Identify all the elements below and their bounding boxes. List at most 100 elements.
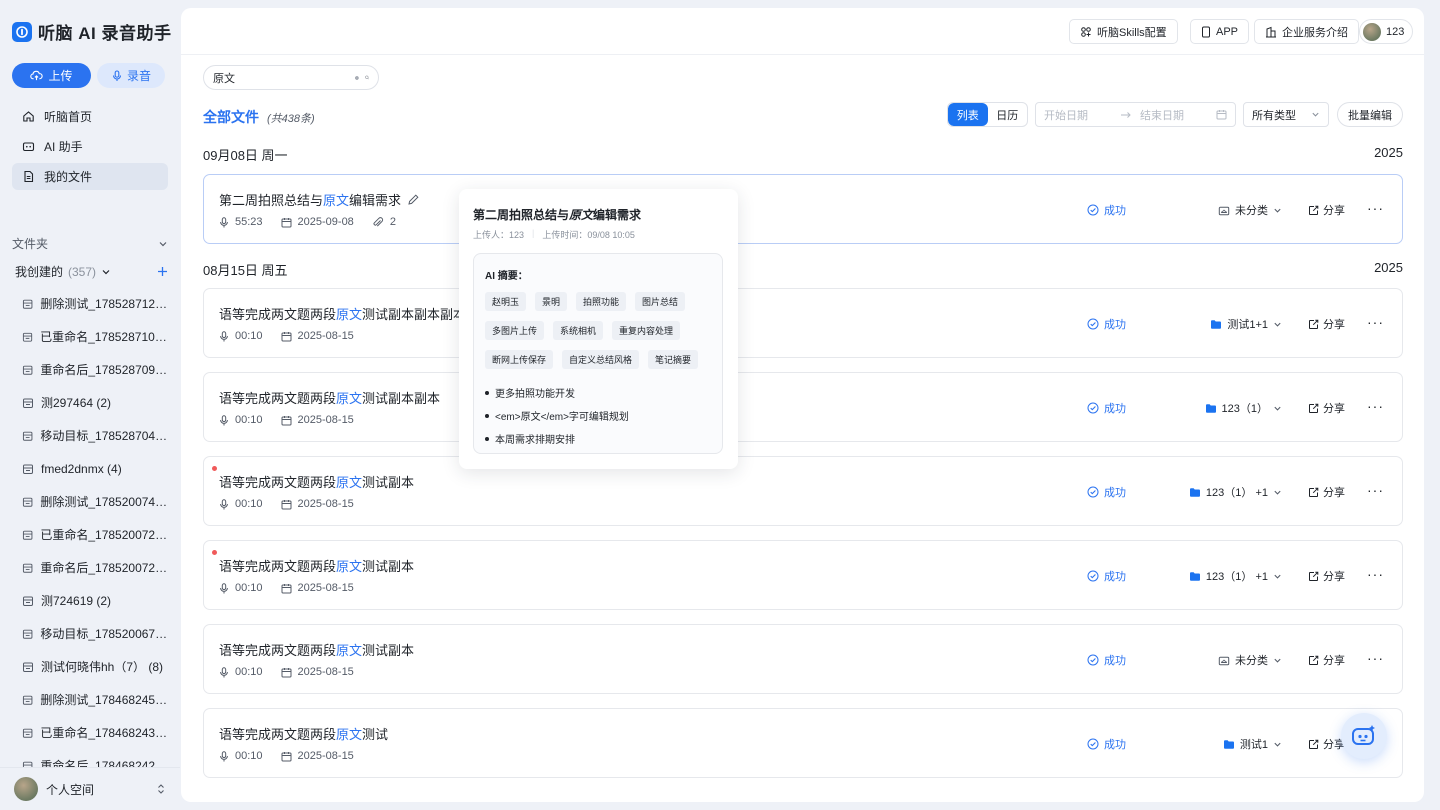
- view-list-tab[interactable]: 列表: [948, 103, 988, 126]
- sidebar-folder-item[interactable]: 已重命名_1785287107 (...: [22, 320, 168, 353]
- file-title[interactable]: 语等完成两文题两段原文测试: [219, 724, 388, 743]
- enterprise-intro-button[interactable]: 企业服务介绍: [1254, 19, 1359, 44]
- folder-select[interactable]: 123（1）: [1205, 400, 1282, 416]
- robot-icon: [22, 142, 35, 152]
- sidebar-folder-item[interactable]: 移动目标_1785200673 ...: [22, 617, 168, 650]
- folder-icon: [22, 563, 33, 573]
- folder-select[interactable]: 测试1+1: [1210, 316, 1282, 332]
- end-date-input[interactable]: 结束日期: [1140, 107, 1208, 123]
- clear-icon[interactable]: [355, 73, 359, 83]
- folder-select[interactable]: 123（1） +1: [1189, 568, 1282, 584]
- ai-assistant-float-button[interactable]: [1341, 713, 1387, 759]
- sidebar-folder-item[interactable]: 移动目标_1785287046 ...: [22, 419, 168, 452]
- more-icon[interactable]: ···: [1367, 315, 1384, 329]
- share-button[interactable]: 分享: [1308, 484, 1345, 500]
- sidebar-folder-item[interactable]: 删除测试_1784682455 ...: [22, 683, 168, 716]
- folder-select[interactable]: 未分类: [1218, 202, 1282, 218]
- share-button[interactable]: 分享: [1308, 652, 1345, 668]
- nav-item-my-files[interactable]: 我的文件: [12, 163, 168, 190]
- sidebar-folder-item[interactable]: fmed2dnmx (4): [22, 452, 168, 485]
- folders-section-header[interactable]: 文件夹: [12, 235, 168, 252]
- user-menu[interactable]: 123: [1359, 19, 1414, 44]
- more-icon[interactable]: ···: [1367, 651, 1384, 665]
- status-text: 成功: [1104, 487, 1126, 499]
- share-button[interactable]: 分享: [1308, 316, 1345, 332]
- search-highlight: 原文: [336, 643, 363, 658]
- file-card[interactable]: 语等完成两文题两段原文测试副本 00:10 2025-08-15 成功 123（1） +…: [203, 456, 1403, 526]
- nav-item-ai-assistant[interactable]: AI 助手: [12, 133, 168, 160]
- summary-bullets: 更多拍照功能开发 <em>原文</em>字可编辑规划 本周需求排期安排: [485, 381, 629, 450]
- sidebar-folder-item[interactable]: 测724619 (2): [22, 584, 168, 617]
- top-bar: 听脑Skills配置 APP 企业服务介绍 123: [181, 8, 1424, 55]
- chevron-down-icon: [1274, 208, 1281, 213]
- sidebar-folder-item[interactable]: 已重命名_1784682438 ...: [22, 716, 168, 749]
- enterprise-intro-label: 企业服务介绍: [1282, 26, 1348, 39]
- folder-select[interactable]: 123（1） +1: [1189, 484, 1282, 500]
- share-button[interactable]: 分享: [1308, 400, 1345, 416]
- file-title-text: 语等完成两文题两段: [219, 307, 337, 322]
- search-icon[interactable]: [365, 72, 369, 83]
- keyword-tag: 多图片上传: [485, 321, 545, 340]
- calendar-icon: [281, 217, 292, 227]
- file-card[interactable]: 第二周拍照总结与原文编辑需求 55:23 2025-09-08 2 成功 未分类 分享 ···: [203, 174, 1403, 244]
- view-calendar-tab[interactable]: 日历: [988, 103, 1028, 126]
- add-folder-icon[interactable]: [157, 266, 168, 277]
- arrow-right-icon: [1121, 111, 1131, 118]
- nav-item-home[interactable]: 听脑首页: [12, 103, 168, 130]
- file-title[interactable]: 语等完成两文题两段原文测试副本: [219, 556, 414, 575]
- file-duration: 55:23: [235, 216, 263, 228]
- type-select[interactable]: 所有类型: [1243, 102, 1329, 127]
- folder-icon: [1223, 739, 1234, 749]
- folder-select[interactable]: 未分类: [1218, 652, 1282, 668]
- upload-button[interactable]: 上传: [12, 63, 91, 88]
- brand[interactable]: 听脑 AI 录音助手: [12, 19, 171, 44]
- summary-bullet: <em>原文</em>字可编辑规划: [485, 404, 629, 427]
- share-label: 分享: [1323, 319, 1345, 331]
- ai-summary-label: AI 摘要：: [485, 271, 528, 282]
- more-icon[interactable]: ···: [1367, 201, 1384, 215]
- batch-edit-button[interactable]: 批量编辑: [1337, 102, 1403, 127]
- file-icon: [24, 170, 34, 183]
- start-date-input[interactable]: 开始日期: [1044, 107, 1112, 123]
- sidebar: 听脑 AI 录音助手 上传 录音 听脑首页 AI 助手 我的文件 文件夹 我创建…: [0, 0, 180, 810]
- file-card[interactable]: 语等完成两文题两段原文测试副本副本副本 00:10 2025-08-15 成功 测试1+…: [203, 288, 1403, 358]
- file-card[interactable]: 语等完成两文题两段原文测试00:102025-08-15成功测试1分享···: [203, 708, 1403, 778]
- file-date: 2025-08-15: [297, 582, 354, 594]
- keyword-tag: 赵明玉: [485, 292, 527, 311]
- skills-config-button[interactable]: 听脑Skills配置: [1069, 19, 1178, 44]
- success-check-icon: [1087, 402, 1099, 414]
- app-button[interactable]: APP: [1190, 19, 1250, 44]
- file-title[interactable]: 第二周拍照总结与原文编辑需求: [219, 190, 420, 209]
- sidebar-folder-item[interactable]: 删除测试_1785287120 ...: [22, 287, 168, 320]
- file-card[interactable]: 语等完成两文题两段原文测试副本 00:10 2025-08-15 成功 123（1） +…: [203, 540, 1403, 610]
- file-title[interactable]: 语等完成两文题两段原文测试副本副本副本: [219, 304, 466, 323]
- file-card[interactable]: 语等完成两文题两段原文测试副本 00:10 2025-08-15 成功 未分类 分享 ···: [203, 624, 1403, 694]
- sidebar-folder-item[interactable]: 重命名后_1785200720 ...: [22, 551, 168, 584]
- created-by-me-header[interactable]: 我创建的 (357): [15, 263, 168, 280]
- sidebar-folder-item[interactable]: 已重命名_1785200729 ...: [22, 518, 168, 551]
- search-box[interactable]: [203, 65, 379, 90]
- more-icon[interactable]: ···: [1367, 483, 1384, 497]
- sidebar-folder-item[interactable]: 测297464 (2): [22, 386, 168, 419]
- sidebar-folder-item[interactable]: 重命名后_1785287096 ...: [22, 353, 168, 386]
- share-button[interactable]: 分享: [1308, 736, 1345, 752]
- folder-select-value: 未分类: [1235, 205, 1268, 217]
- more-icon[interactable]: ···: [1367, 567, 1384, 581]
- file-title[interactable]: 语等完成两文题两段原文测试副本副本: [219, 388, 440, 407]
- record-button[interactable]: 录音: [97, 63, 165, 88]
- file-title[interactable]: 语等完成两文题两段原文测试副本: [219, 472, 414, 491]
- share-button[interactable]: 分享: [1308, 202, 1345, 218]
- file-title[interactable]: 语等完成两文题两段原文测试副本: [219, 640, 414, 659]
- edit-icon[interactable]: [407, 193, 420, 206]
- folder-name: 移动目标_1785287046 ...: [40, 429, 168, 443]
- sidebar-folder-item[interactable]: 重命名后_1784682426 ...: [22, 749, 168, 767]
- search-input[interactable]: [213, 71, 355, 84]
- space-switcher[interactable]: 个人空间: [0, 767, 180, 810]
- folder-select[interactable]: 测试1: [1223, 736, 1282, 752]
- file-card[interactable]: 语等完成两文题两段原文测试副本副本 00:10 2025-08-15 成功 123（1）…: [203, 372, 1403, 442]
- date-range-picker[interactable]: 开始日期 结束日期: [1035, 102, 1236, 127]
- sidebar-folder-item[interactable]: 删除测试_1785200743 ...: [22, 485, 168, 518]
- sidebar-folder-item[interactable]: 测试何晓伟hh（7） (8): [22, 650, 168, 683]
- more-icon[interactable]: ···: [1367, 399, 1384, 413]
- share-button[interactable]: 分享: [1308, 568, 1345, 584]
